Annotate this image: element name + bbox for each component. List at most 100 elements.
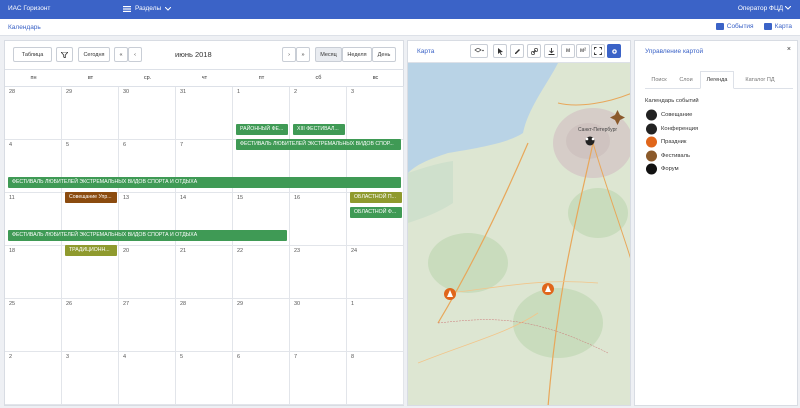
filter-icon [61, 51, 68, 58]
day-cell[interactable]: 31 [176, 87, 233, 140]
measure-area-label: м² [579, 48, 587, 54]
day-cell[interactable]: 22 [233, 246, 290, 299]
day-cell[interactable]: 8 [347, 352, 404, 405]
day-cell[interactable]: 16 [290, 193, 347, 246]
measure-length-button[interactable]: м [561, 44, 575, 58]
day-number: 25 [9, 301, 16, 307]
event-marker-holiday[interactable] [542, 283, 554, 295]
day-cell[interactable]: 29 [62, 87, 119, 140]
map-settings-button[interactable] [607, 44, 621, 58]
day-cell[interactable]: 28 [176, 299, 233, 352]
next-month-button[interactable]: › [282, 47, 296, 62]
day-number: 2 [294, 89, 298, 95]
user-menu[interactable]: Оператор ФЦД [738, 5, 792, 12]
day-cell[interactable]: 18 [5, 246, 62, 299]
top-navbar: ИАС Горизонт Разделы Оператор ФЦД [0, 0, 800, 19]
day-cell[interactable]: 29 [233, 299, 290, 352]
download-button[interactable] [544, 44, 558, 58]
weekday-header: пн [5, 69, 62, 87]
day-number: 26 [66, 301, 73, 307]
day-number: 29 [66, 89, 73, 95]
measure-length-label: м [565, 48, 571, 54]
prev-year-button[interactable]: « [114, 47, 128, 62]
day-number: 11 [9, 195, 15, 201]
event-marker-holiday[interactable] [444, 288, 456, 300]
day-number: 5 [180, 354, 184, 360]
calendar-event[interactable]: ФЕСТИВАЛЬ ЛЮБИТЕЛЕЙ ЭКСТРЕМАЛЬНЫХ ВИДОВ … [8, 230, 287, 241]
panel-title: Управление картой [645, 48, 704, 55]
day-cell[interactable]: 23 [290, 246, 347, 299]
day-cell[interactable]: 26 [62, 299, 119, 352]
select-tool-button[interactable] [493, 44, 507, 58]
day-cell[interactable]: 30 [290, 299, 347, 352]
calendar-event[interactable]: XIII ФЕСТИВАЛ... [293, 124, 345, 135]
tab-legend[interactable]: Легенда [700, 71, 734, 89]
panel-tabs: Поиск Слои Легенда Каталог ПД [645, 71, 793, 89]
map-canvas[interactable]: Санкт-Петербург [408, 63, 631, 406]
calendar-event[interactable]: Совещание Упр... [65, 192, 117, 203]
day-cell[interactable]: 27 [119, 299, 176, 352]
breadcrumb[interactable]: Календарь [8, 24, 41, 31]
day-cell[interactable]: 6 [233, 352, 290, 405]
calendar-title: июнь 2018 [175, 50, 212, 59]
layers-button[interactable] [470, 44, 488, 58]
tab-catalog[interactable]: Каталог ПД [735, 71, 785, 89]
map-link[interactable]: Карта [763, 23, 792, 30]
day-cell[interactable]: 2 [5, 352, 62, 405]
day-cell[interactable]: 25 [5, 299, 62, 352]
day-number: 28 [9, 89, 16, 95]
legend-label: Фестиваль [661, 152, 691, 159]
calendar-event[interactable]: ФЕСТИВАЛЬ ЛЮБИТЕЛЕЙ ЭКСТРЕМАЛЬНЫХ ВИДОВ … [8, 177, 401, 188]
day-number: 4 [9, 142, 13, 148]
fullscreen-button[interactable] [591, 44, 605, 58]
day-cell[interactable]: 5 [176, 352, 233, 405]
tab-layers[interactable]: Слои [673, 71, 699, 89]
day-number: 13 [123, 195, 130, 201]
day-number: 6 [123, 142, 127, 148]
day-cell[interactable]: 1 [347, 299, 404, 352]
table-view-button[interactable]: Таблица [13, 47, 52, 62]
sections-menu[interactable]: Разделы [123, 5, 172, 12]
chevron-down-icon [165, 6, 172, 11]
day-cell[interactable]: 3 [62, 352, 119, 405]
calendar-event[interactable]: ФЕСТИВАЛЬ ЛЮБИТЕЛЕЙ ЭКСТРЕМАЛЬНЫХ ВИДОВ … [236, 139, 401, 150]
link-tool-button[interactable] [527, 44, 541, 58]
week-view-button[interactable]: Неделя [342, 47, 372, 62]
day-number: 22 [237, 248, 244, 254]
measure-area-button[interactable]: м² [576, 44, 590, 58]
events-link[interactable]: События [715, 23, 754, 31]
day-cell[interactable]: 7 [290, 352, 347, 405]
day-number: 3 [351, 89, 355, 95]
pencil-icon [514, 48, 520, 54]
legend-marker-icon [646, 136, 657, 148]
today-button[interactable]: Сегодня [78, 47, 110, 62]
event-marker-forum[interactable] [585, 136, 595, 146]
prev-month-button[interactable]: ‹ [128, 47, 142, 62]
calendar-panel: Таблица Сегодня « ‹ июнь 2018 › » Месяц … [4, 40, 404, 406]
day-cell[interactable]: 24 [347, 246, 404, 299]
legend-item: Праздник [645, 136, 686, 148]
day-cell[interactable]: 28 [5, 87, 62, 140]
app-title[interactable]: ИАС Горизонт [8, 5, 50, 12]
legend-label: Праздник [661, 139, 687, 145]
calendar-event[interactable]: ОБЛАСТНОЙ П... [350, 192, 402, 203]
draw-tool-button[interactable] [510, 44, 524, 58]
calendar-event[interactable]: РАЙОННЫЙ ФЕ... [236, 124, 288, 135]
day-cell[interactable]: 3 [347, 87, 404, 140]
day-cell[interactable]: 4 [119, 352, 176, 405]
close-icon[interactable]: × [787, 46, 791, 53]
calendar-event[interactable]: ТРАДИЦИОНН... [65, 245, 117, 256]
month-view-button[interactable]: Месяц [315, 47, 342, 62]
fullscreen-icon [594, 47, 602, 55]
filter-button[interactable] [56, 47, 73, 62]
day-cell[interactable]: 21 [176, 246, 233, 299]
day-cell[interactable]: 20 [119, 246, 176, 299]
events-link-label: События [726, 23, 754, 31]
legend-item: Конференция [645, 123, 698, 135]
day-number: 23 [294, 248, 301, 254]
day-view-button[interactable]: День [372, 47, 396, 62]
calendar-event[interactable]: ОБЛАСТНОЙ Ф... [350, 207, 402, 218]
day-cell[interactable]: 30 [119, 87, 176, 140]
next-year-button[interactable]: » [296, 47, 310, 62]
tab-search[interactable]: Поиск [645, 71, 673, 89]
